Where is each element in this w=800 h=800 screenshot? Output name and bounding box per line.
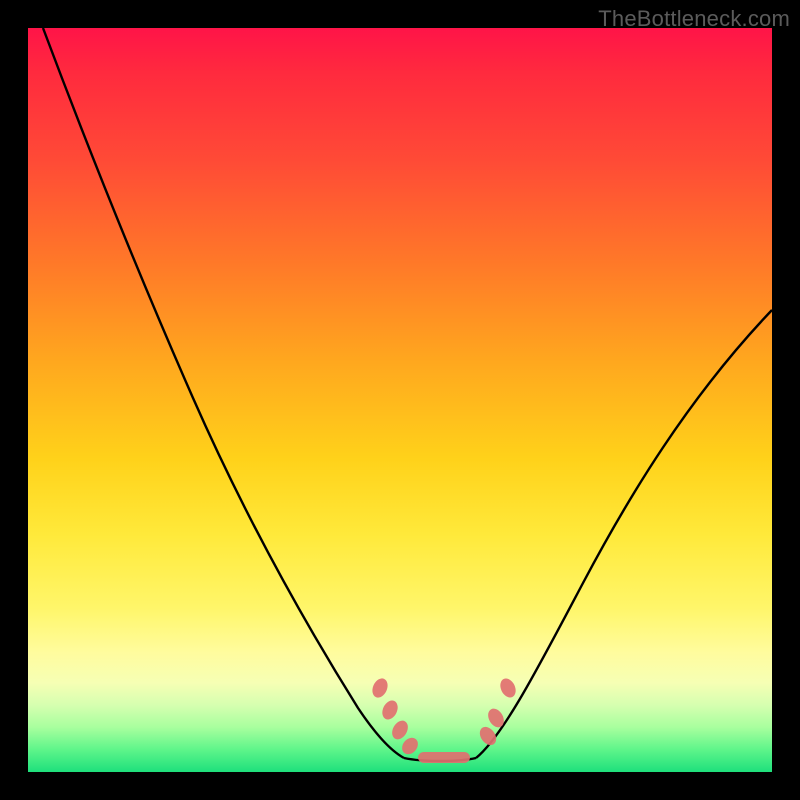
curve-left [43, 28, 404, 758]
marker-icon [370, 676, 391, 700]
marker-icon [389, 718, 411, 742]
chart-curve-layer [28, 28, 772, 772]
marker-icon [399, 735, 421, 758]
chart-plot-area [28, 28, 772, 772]
curve-right [476, 310, 772, 758]
marker-icon [418, 752, 470, 763]
marker-icon [497, 676, 518, 700]
chart-frame: TheBottleneck.com [0, 0, 800, 800]
marker-icon [379, 698, 400, 722]
watermark-label: TheBottleneck.com [598, 6, 790, 32]
